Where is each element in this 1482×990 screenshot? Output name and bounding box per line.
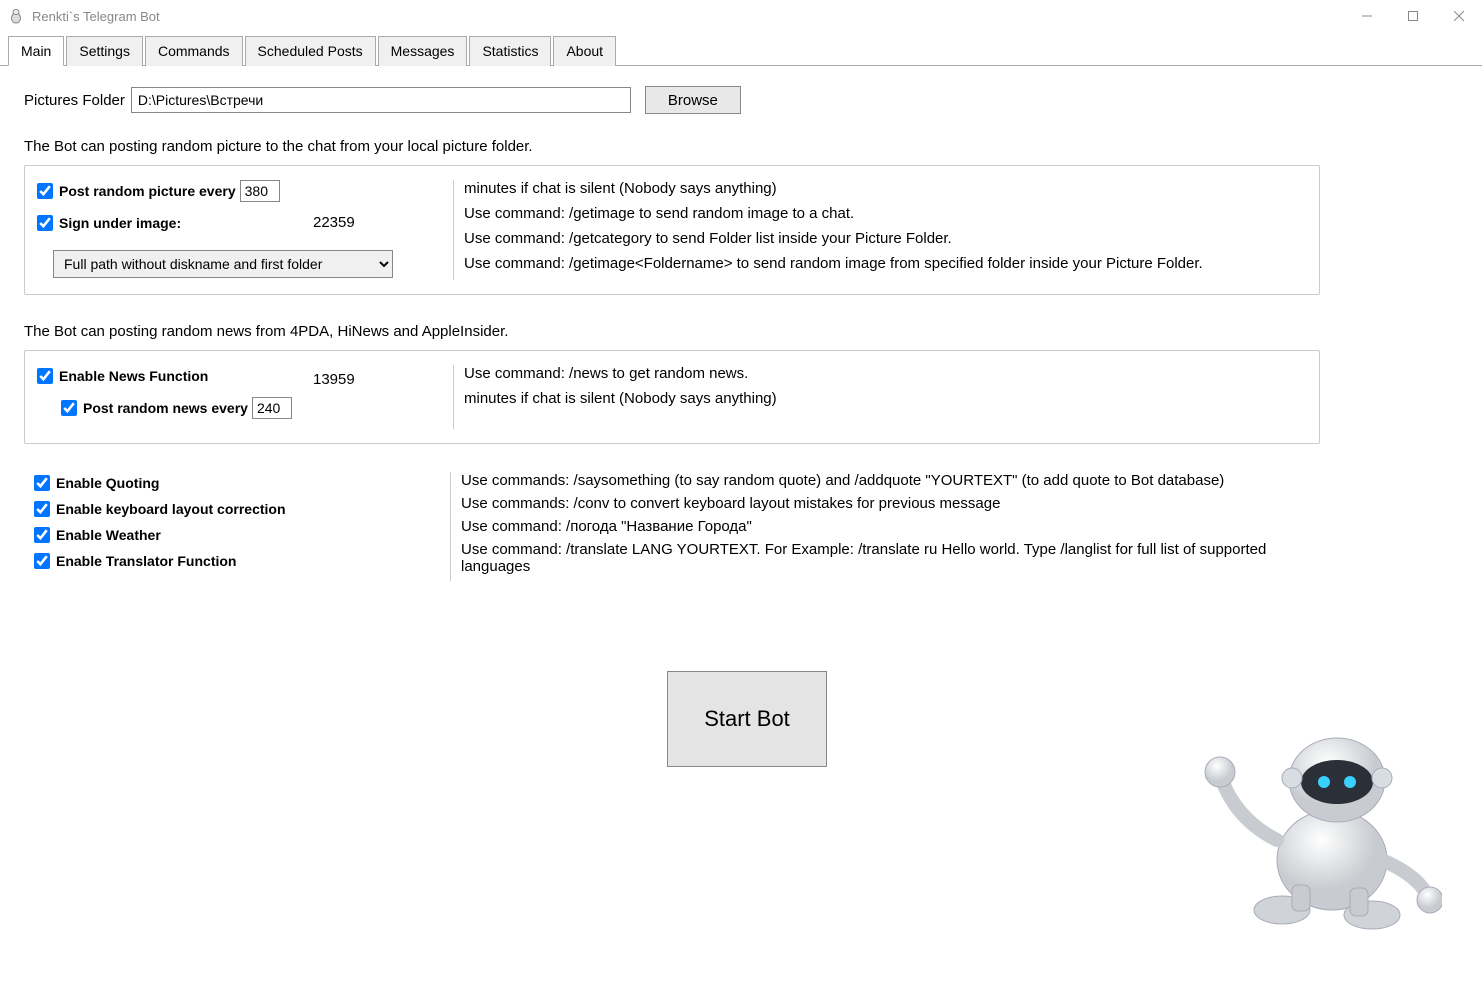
picture-group: Post random picture every Sign under ima…	[24, 165, 1320, 295]
picture-group-title: The Bot can posting random picture to th…	[24, 138, 1470, 155]
start-bot-button[interactable]: Start Bot	[667, 671, 827, 767]
sign-under-image-label: Sign under image:	[59, 215, 181, 231]
post-random-news-label: Post random news every	[83, 400, 248, 416]
enable-quoting-checkbox[interactable]	[34, 475, 50, 491]
enable-translator-label: Enable Translator Function	[56, 553, 236, 569]
minimize-button[interactable]	[1344, 0, 1390, 32]
app-icon	[8, 8, 24, 24]
tab-settings[interactable]: Settings	[66, 36, 143, 66]
post-random-news-checkbox[interactable]	[61, 400, 77, 416]
tab-bar: Main Settings Commands Scheduled Posts M…	[0, 36, 1482, 66]
layout-help: Use commands: /conv to convert keyboard …	[461, 495, 1320, 512]
weather-help: Use command: /погода "Название Города"	[461, 518, 1320, 535]
tab-statistics[interactable]: Statistics	[469, 36, 551, 66]
picture-help-1: minutes if chat is silent (Nobody says a…	[464, 180, 1303, 197]
tab-main[interactable]: Main	[8, 36, 64, 66]
news-group-title: The Bot can posting random news from 4PD…	[24, 323, 1470, 340]
news-help-1: Use command: /news to get random news.	[464, 365, 1303, 382]
picture-count-badge: 22359	[313, 214, 355, 231]
translator-help: Use command: /translate LANG YOURTEXT. F…	[461, 541, 1320, 575]
picture-help-3: Use command: /getcategory to send Folder…	[464, 230, 1303, 247]
enable-quoting-label: Enable Quoting	[56, 475, 159, 491]
post-random-picture-label: Post random picture every	[59, 183, 236, 199]
enable-layout-checkbox[interactable]	[34, 501, 50, 517]
post-random-picture-value[interactable]	[240, 180, 280, 202]
post-random-news-value[interactable]	[252, 397, 292, 419]
sign-format-combo[interactable]: Full path without diskname and first fol…	[53, 250, 393, 278]
enable-weather-checkbox[interactable]	[34, 527, 50, 543]
picture-help-4: Use command: /getimage<Foldername> to se…	[464, 255, 1303, 272]
robot-image	[1182, 710, 1442, 930]
enable-news-label: Enable News Function	[59, 368, 208, 384]
enable-translator-checkbox[interactable]	[34, 553, 50, 569]
post-random-picture-checkbox[interactable]	[37, 183, 53, 199]
window-title: Renkti`s Telegram Bot	[32, 9, 160, 24]
browse-button[interactable]: Browse	[645, 86, 741, 114]
pictures-folder-input[interactable]	[131, 87, 631, 113]
pictures-folder-label: Pictures Folder	[24, 92, 125, 109]
tab-commands[interactable]: Commands	[145, 36, 243, 66]
enable-news-checkbox[interactable]	[37, 368, 53, 384]
tab-about[interactable]: About	[553, 36, 616, 66]
news-group: Enable News Function 13959 Post random n…	[24, 350, 1320, 444]
close-button[interactable]	[1436, 0, 1482, 32]
news-help-2: minutes if chat is silent (Nobody says a…	[464, 390, 1303, 407]
picture-help-2: Use command: /getimage to send random im…	[464, 205, 1303, 222]
news-count-badge: 13959	[313, 371, 355, 388]
titlebar: Renkti`s Telegram Bot	[0, 0, 1482, 32]
tab-messages[interactable]: Messages	[378, 36, 468, 66]
tab-scheduled-posts[interactable]: Scheduled Posts	[245, 36, 376, 66]
enable-layout-label: Enable keyboard layout correction	[56, 501, 286, 517]
quoting-help: Use commands: /saysomething (to say rand…	[461, 472, 1320, 489]
enable-weather-label: Enable Weather	[56, 527, 161, 543]
sign-under-image-checkbox[interactable]	[37, 215, 53, 231]
maximize-button[interactable]	[1390, 0, 1436, 32]
